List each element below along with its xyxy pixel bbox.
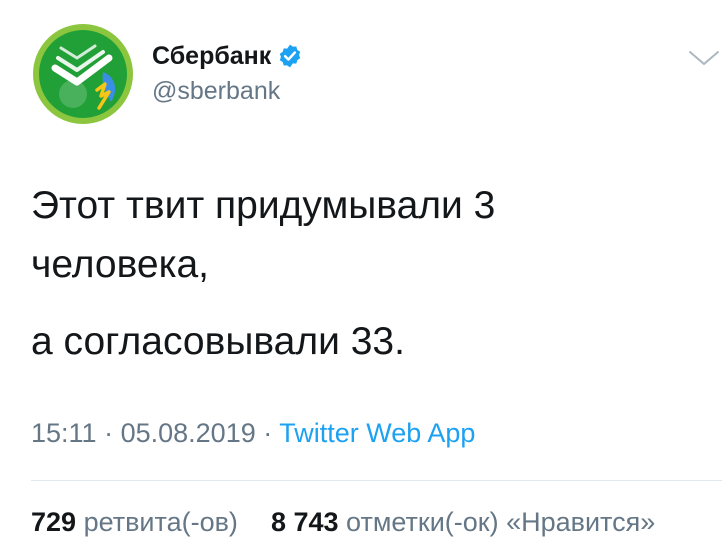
display-name[interactable]: Сбербанк (152, 41, 271, 71)
retweets-stat[interactable]: 729 ретвита(-ов) (31, 507, 245, 537)
tweet-line-2: человека, (31, 243, 210, 286)
avatar[interactable] (33, 24, 133, 124)
chevron-down-icon[interactable] (686, 46, 722, 70)
tweet-time[interactable]: 15:11 (31, 418, 97, 448)
account-name-row[interactable]: Сбербанк (152, 40, 303, 72)
divider (31, 480, 722, 481)
tweet-source-link[interactable]: Twitter Web App (279, 418, 475, 448)
meta-separator: · (104, 418, 114, 448)
retweets-label: ретвита(-ов) (83, 507, 238, 537)
retweets-count: 729 (31, 507, 77, 537)
tweet-meta: 15:11 · 05.08.2019 · Twitter Web App (31, 417, 475, 449)
tweet-paragraph-1: Этот твит придумывали 3 человека, (31, 176, 691, 294)
tweet-paragraph-2: а согласовывали 33. (31, 320, 405, 363)
tweet-line-1: Этот твит придумывали 3 (31, 184, 496, 227)
tweet-text: Этот твит придумывали 3 человека, а согл… (31, 176, 691, 371)
tweet-stats: 729 ретвита(-ов) 8 743 отметки(-ок) «Нра… (31, 506, 655, 538)
likes-count: 8 743 (270, 507, 339, 537)
likes-stat[interactable]: 8 743 отметки(-ок) «Нравится» (263, 507, 655, 537)
sberbank-logo-icon (33, 24, 133, 124)
likes-label: отметки(-ок) «Нравится» (346, 507, 656, 537)
meta-separator-2: · (263, 418, 273, 448)
verified-badge-icon (277, 43, 303, 69)
tweet-date[interactable]: 05.08.2019 (121, 418, 256, 448)
account-handle[interactable]: @sberbank (152, 76, 280, 106)
